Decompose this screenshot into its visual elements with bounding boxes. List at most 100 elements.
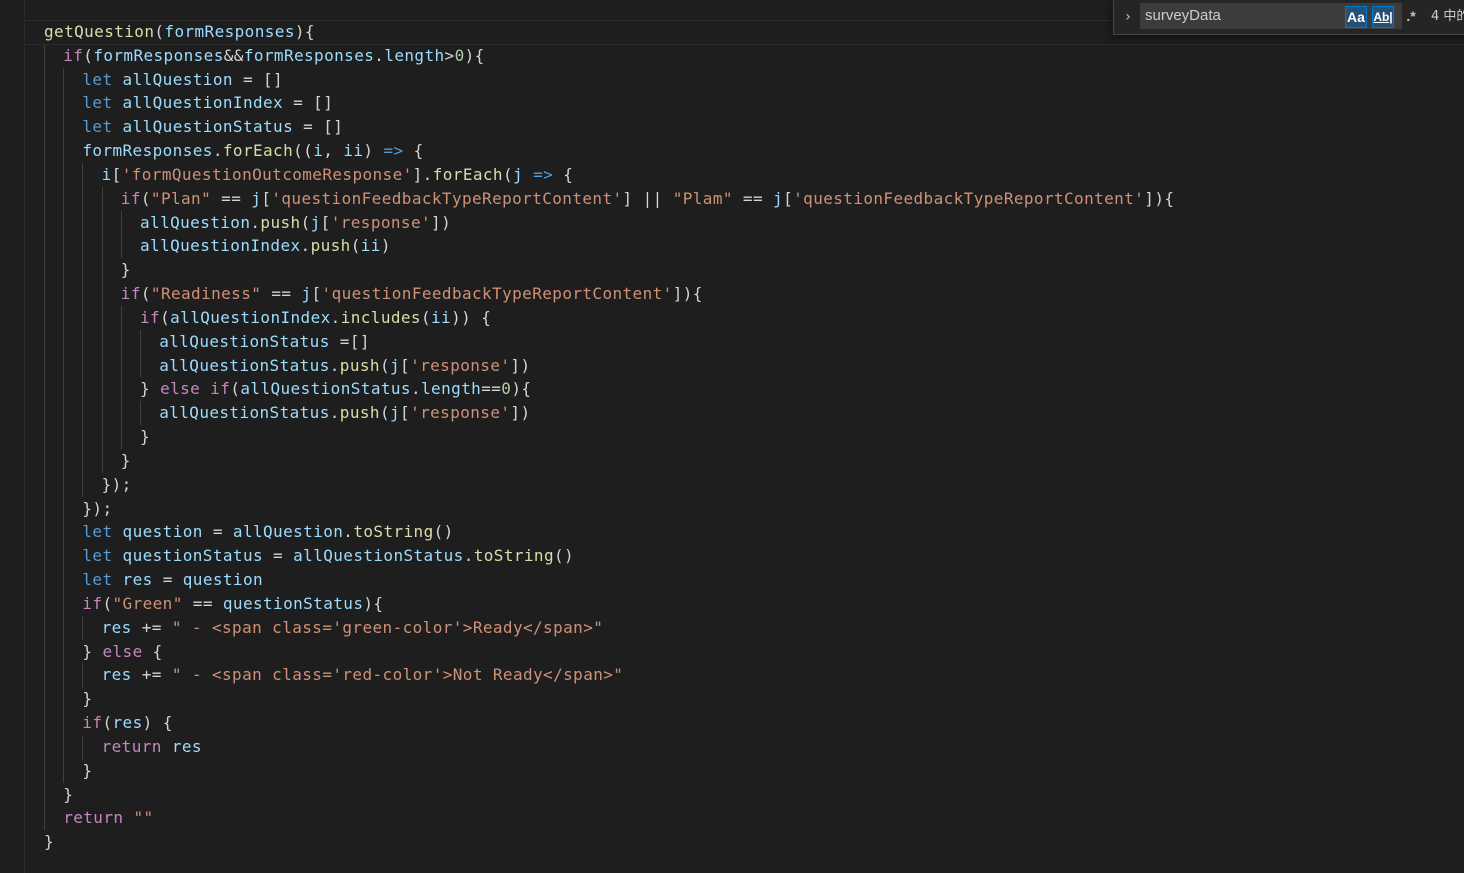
code-token: ==	[182, 593, 223, 613]
code-line[interactable]: });	[44, 497, 1174, 521]
code-token: if	[120, 188, 141, 208]
code-line[interactable]: }	[44, 449, 1174, 473]
code-line[interactable]: if(res) {	[44, 711, 1174, 735]
code-token: ,	[323, 141, 344, 161]
code-line[interactable]: if("Readiness" == j['questionFeedbackTyp…	[44, 282, 1174, 306]
code-token: allQuestionStatus	[159, 331, 330, 351]
code-token: 'response'	[330, 212, 432, 232]
code-token: ""	[133, 808, 154, 828]
code-line[interactable]: }	[44, 759, 1174, 783]
code-token: allQuestion	[140, 212, 251, 232]
code-line[interactable]: }	[44, 830, 1174, 854]
code-token: let	[82, 546, 113, 566]
code-line[interactable]: if(formResponses&&formResponses.length>0…	[44, 44, 1174, 68]
code-line[interactable]: allQuestionStatus.push(j['response'])	[44, 354, 1174, 378]
code-line[interactable]: if("Green" == questionStatus){	[44, 592, 1174, 616]
code-line[interactable]: formResponses.forEach((i, ii) => {	[44, 139, 1174, 163]
code-token: "Plam"	[672, 188, 733, 208]
code-token: }	[82, 689, 93, 709]
code-token: .	[329, 403, 340, 423]
code-line[interactable]: }	[44, 425, 1174, 449]
code-line[interactable]: res += " - <span class='red-color'>Not R…	[44, 663, 1174, 687]
code-line[interactable]: }	[44, 258, 1174, 282]
code-line[interactable]: allQuestionStatus.push(j['response'])	[44, 401, 1174, 425]
code-line[interactable]: res += " - <span class='green-color'>Rea…	[44, 616, 1174, 640]
code-token: ){	[464, 45, 485, 65]
code-line[interactable]: let allQuestionStatus = []	[44, 115, 1174, 139]
code-token: (	[350, 236, 361, 256]
code-token: return	[63, 808, 124, 828]
code-token: {	[403, 141, 424, 161]
code-token: [	[320, 212, 331, 232]
code-token: ]){	[672, 284, 703, 304]
editor-gutter	[0, 0, 25, 873]
code-token: if	[82, 713, 103, 733]
code-line[interactable]: getQuestion(formResponses){	[44, 20, 1174, 44]
code-line[interactable]: }	[44, 687, 1174, 711]
code-token: allQuestionStatus	[240, 379, 411, 399]
code-token: res	[112, 713, 143, 733]
code-line[interactable]: allQuestion.push(j['response'])	[44, 211, 1174, 235]
code-line[interactable]: let questionStatus = allQuestionStatus.t…	[44, 544, 1174, 568]
code-token: (	[154, 22, 165, 41]
code-line[interactable]: allQuestionStatus =[]	[44, 330, 1174, 354]
code-token: = []	[232, 69, 284, 89]
code-token: =[]	[329, 331, 370, 351]
code-line[interactable]: });	[44, 473, 1174, 497]
code-line[interactable]: let question = allQuestion.toString()	[44, 520, 1174, 544]
regex-toggle[interactable]: .*	[1400, 6, 1422, 28]
code-token: j	[389, 355, 401, 375]
code-token: ]){	[1144, 188, 1175, 208]
code-token: toString	[473, 546, 554, 566]
code-line[interactable]: if("Plan" == j['questionFeedbackTypeRepo…	[44, 187, 1174, 211]
code-token: ){	[511, 379, 532, 399]
code-line[interactable]: if(allQuestionIndex.includes(ii)) {	[44, 306, 1174, 330]
code-line[interactable]: let res = question	[44, 568, 1174, 592]
code-token: [	[261, 188, 272, 208]
code-token: formResponses	[82, 141, 213, 161]
code-line[interactable]: let allQuestion = []	[44, 68, 1174, 92]
code-line[interactable]: let allQuestionIndex = []	[44, 91, 1174, 115]
code-token: }	[82, 760, 93, 780]
code-token: }	[63, 784, 74, 804]
code-line[interactable]: } else {	[44, 640, 1174, 664]
code-token: {	[553, 164, 574, 184]
code-token: =	[263, 546, 294, 566]
match-case-toggle[interactable]: Aa	[1345, 6, 1367, 28]
code-token: ])	[510, 403, 531, 423]
match-count: 4 中的	[1431, 9, 1464, 24]
code-token: questionStatus	[122, 546, 264, 566]
code-line[interactable]: }	[44, 783, 1174, 807]
code-token: (	[420, 307, 432, 327]
code-token: j	[301, 284, 312, 304]
code-lines[interactable]: getQuestion(formResponses){if(formRespon…	[44, 20, 1174, 854]
code-line[interactable]: return ""	[44, 806, 1174, 830]
code-token: allQuestion	[232, 522, 344, 542]
code-token: allQuestionIndex	[170, 307, 331, 327]
code-token: ){	[363, 593, 384, 613]
code-token: if	[63, 45, 84, 65]
code-token: allQuestionStatus	[293, 546, 464, 566]
code-token: [	[783, 188, 794, 208]
code-token: question	[122, 522, 203, 542]
code-token: 'questionFeedbackTypeReportContent'	[793, 188, 1145, 208]
chevron-right-icon[interactable]: ›	[1120, 7, 1136, 27]
code-token: (	[379, 403, 390, 423]
code-token: .	[250, 212, 261, 232]
code-token: allQuestionStatus	[159, 355, 330, 375]
code-token: " - <span class='green-color'>Ready</spa…	[171, 617, 604, 637]
whole-word-toggle[interactable]: Ab|	[1372, 6, 1394, 28]
code-token: if	[82, 593, 103, 613]
code-line[interactable]: i['formQuestionOutcomeResponse'].forEach…	[44, 163, 1174, 187]
code-line[interactable]: return res	[44, 735, 1174, 759]
code-line[interactable]: allQuestionIndex.push(ii)	[44, 234, 1174, 258]
code-line[interactable]: } else if(allQuestionStatus.length==0){	[44, 377, 1174, 401]
code-token: length	[384, 45, 445, 65]
code-token: +=	[131, 617, 172, 637]
code-token: formResponses	[243, 45, 375, 65]
code-token: else	[102, 641, 143, 661]
code-token: (	[502, 164, 513, 184]
code-token: else	[160, 379, 201, 399]
